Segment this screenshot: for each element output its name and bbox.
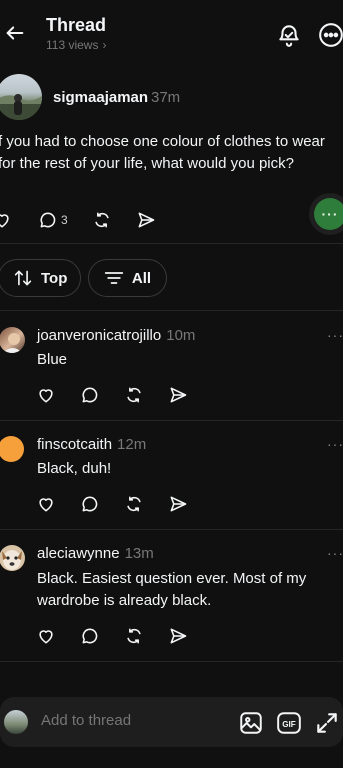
svg-text:GIF: GIF bbox=[282, 720, 296, 729]
send-icon[interactable] bbox=[166, 624, 190, 648]
floating-action-button[interactable]: ··· bbox=[309, 193, 343, 235]
comment-actions bbox=[34, 383, 190, 407]
heart-icon[interactable] bbox=[0, 208, 14, 232]
comment-header: joanveronicatrojillo 10m bbox=[37, 327, 195, 344]
comment-text: Black, duh! bbox=[37, 460, 112, 477]
comment-time: 10m bbox=[166, 327, 196, 344]
heart-icon[interactable] bbox=[34, 624, 58, 648]
send-icon[interactable] bbox=[166, 492, 190, 516]
views-count: 113 views bbox=[46, 38, 99, 52]
post-time: 37m bbox=[151, 89, 181, 106]
comment-icon[interactable] bbox=[78, 624, 102, 648]
chevron-right-icon: › bbox=[102, 38, 107, 52]
back-arrow-icon[interactable] bbox=[4, 22, 26, 44]
more-options-icon[interactable] bbox=[318, 22, 343, 48]
heart-icon[interactable] bbox=[34, 383, 58, 407]
comment-text: Black. Easiest question ever. Most of my… bbox=[37, 570, 307, 609]
comment-time: 12m bbox=[117, 436, 147, 453]
filter-lines-icon bbox=[104, 270, 124, 286]
repost-icon[interactable] bbox=[90, 208, 114, 232]
sort-arrows-icon bbox=[13, 269, 33, 287]
comment-more-icon[interactable]: ··· bbox=[327, 436, 343, 452]
comment-header: aleciawynne 13m bbox=[37, 545, 154, 562]
comment-avatar[interactable] bbox=[0, 327, 25, 353]
image-icon[interactable] bbox=[238, 710, 264, 736]
comment-icon[interactable] bbox=[78, 383, 102, 407]
expand-icon[interactable] bbox=[314, 710, 340, 736]
comment-icon[interactable]: 3 bbox=[38, 208, 68, 232]
post-text: f you had to choose one colour of clothe… bbox=[0, 133, 325, 172]
comment-actions bbox=[34, 624, 190, 648]
comment-more-icon[interactable]: ··· bbox=[327, 545, 343, 561]
thread-header: Thread 113 views › bbox=[0, 0, 343, 64]
sort-top-label: Top bbox=[41, 269, 68, 287]
bell-icon[interactable] bbox=[276, 22, 302, 48]
sort-top-chip[interactable]: Top bbox=[0, 259, 81, 297]
send-icon[interactable] bbox=[166, 383, 190, 407]
page-title: Thread bbox=[46, 15, 107, 35]
comment-avatar[interactable] bbox=[0, 545, 25, 571]
divider bbox=[0, 529, 343, 530]
comment-text: Blue bbox=[37, 351, 68, 368]
composer-avatar bbox=[4, 710, 28, 734]
author-avatar[interactable] bbox=[0, 74, 42, 120]
comment-author[interactable]: finscotcaith bbox=[37, 436, 112, 453]
gif-icon[interactable]: GIF bbox=[276, 710, 302, 736]
views-link[interactable]: 113 views › bbox=[46, 38, 106, 52]
filter-all-label: All bbox=[131, 269, 152, 287]
filter-all-chip[interactable]: All bbox=[88, 259, 167, 297]
divider bbox=[0, 420, 343, 421]
comment-icon[interactable] bbox=[78, 492, 102, 516]
comment-actions bbox=[34, 492, 190, 516]
comment-header: finscotcaith 12m bbox=[37, 436, 146, 453]
comment-time: 13m bbox=[124, 545, 154, 562]
repost-icon[interactable] bbox=[122, 492, 146, 516]
divider bbox=[0, 310, 343, 311]
repost-icon[interactable] bbox=[122, 624, 146, 648]
comment-avatar[interactable] bbox=[0, 436, 24, 462]
heart-icon[interactable] bbox=[34, 492, 58, 516]
comment-author[interactable]: joanveronicatrojillo bbox=[37, 327, 161, 344]
divider bbox=[0, 661, 343, 662]
send-icon[interactable] bbox=[134, 208, 158, 232]
reply-count: 3 bbox=[61, 213, 68, 227]
add-to-thread-input[interactable] bbox=[41, 712, 221, 729]
post-actions: 3 bbox=[0, 208, 158, 232]
fab-more-icon: ··· bbox=[314, 198, 343, 230]
repost-icon[interactable] bbox=[122, 383, 146, 407]
post-author[interactable]: sigmaajaman bbox=[53, 89, 148, 106]
divider bbox=[0, 243, 343, 244]
comment-more-icon[interactable]: ··· bbox=[327, 327, 343, 343]
comment-author[interactable]: aleciawynne bbox=[37, 545, 120, 562]
